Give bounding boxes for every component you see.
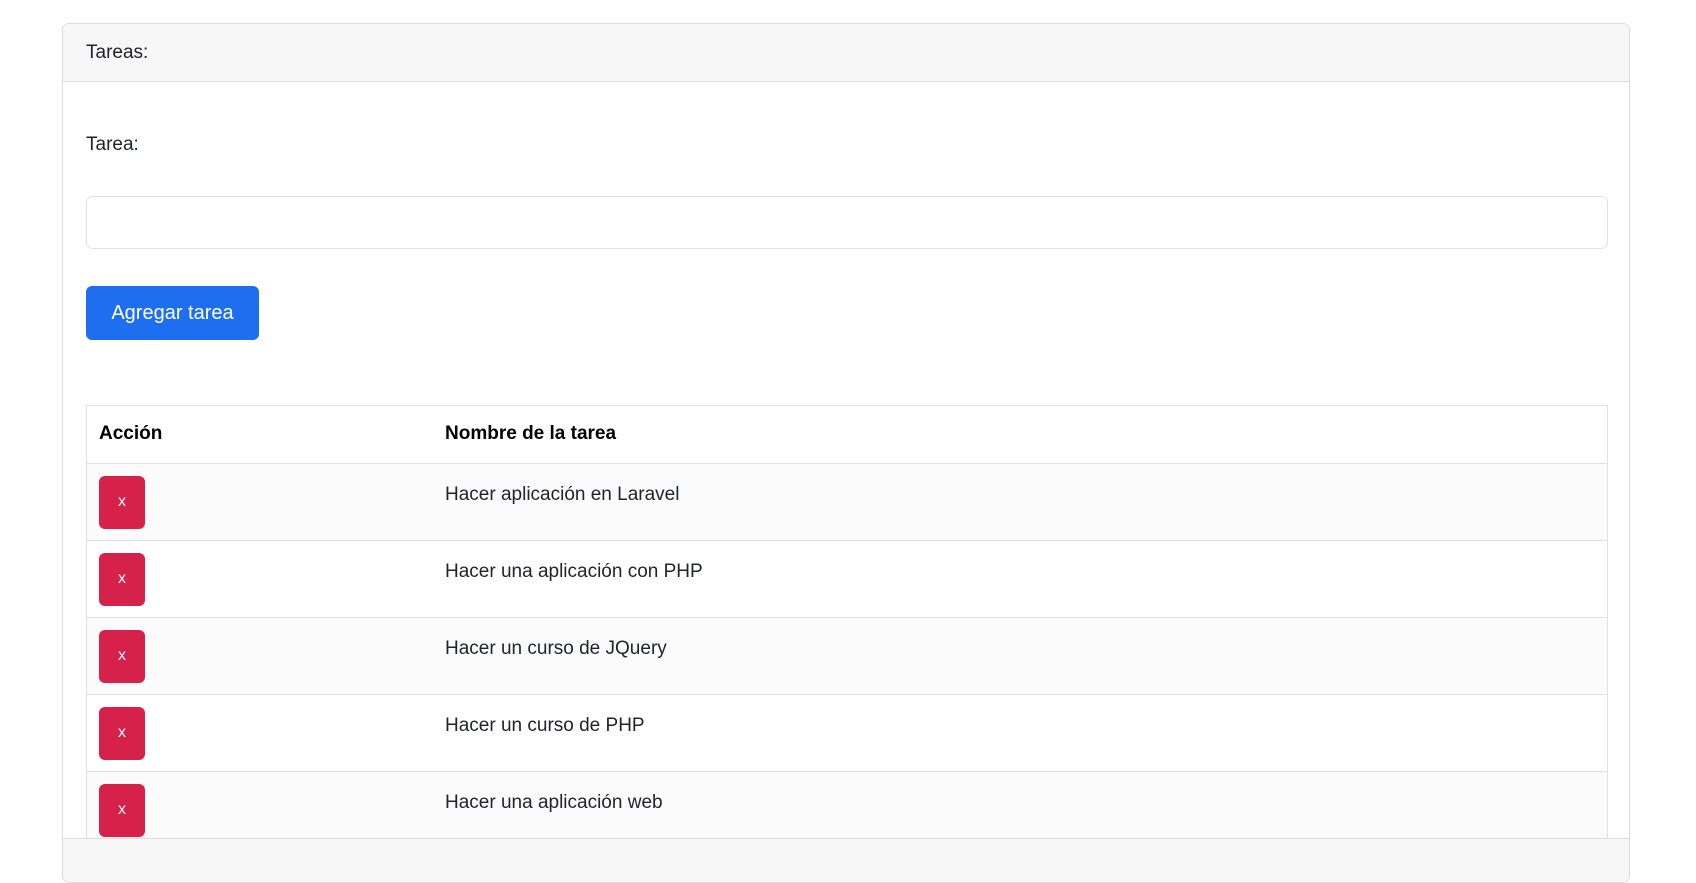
action-cell: x [87, 540, 433, 617]
delete-task-button[interactable]: x [99, 783, 145, 837]
tasks-card: Tareas: Tarea: Agregar tarea Acción Nomb… [62, 23, 1630, 883]
column-header-action: Acción [87, 406, 433, 464]
delete-task-button[interactable]: x [99, 629, 145, 683]
task-name: Hacer un curso de PHP [445, 714, 645, 736]
action-cell: x [87, 694, 433, 771]
table-row: x Hacer una aplicación web [87, 771, 1607, 848]
delete-task-button[interactable]: x [99, 706, 145, 760]
column-header-name: Nombre de la tarea [433, 406, 1607, 464]
tasks-table: Acción Nombre de la tarea x Hacer aplica… [86, 405, 1608, 849]
action-cell: x [87, 463, 433, 540]
task-name: Hacer un curso de JQuery [445, 637, 667, 659]
table-header-row: Acción Nombre de la tarea [87, 406, 1607, 464]
delete-task-button[interactable]: x [99, 475, 145, 529]
table-row: x Hacer aplicación en Laravel [87, 463, 1607, 540]
action-cell: x [87, 771, 433, 848]
card-title: Tareas: [86, 41, 149, 63]
delete-task-button[interactable]: x [99, 552, 145, 606]
action-cell: x [87, 617, 433, 694]
card-footer [63, 838, 1629, 882]
table-row: x Hacer un curso de JQuery [87, 617, 1607, 694]
task-input[interactable] [86, 196, 1608, 249]
task-field-label: Tarea: [86, 134, 139, 155]
card-header: Tareas: [63, 24, 1629, 82]
add-task-button[interactable]: Agregar tarea [86, 286, 259, 340]
task-name: Hacer aplicación en Laravel [445, 483, 680, 505]
table-row: x Hacer un curso de PHP [87, 694, 1607, 771]
table-row: x Hacer una aplicación con PHP [87, 540, 1607, 617]
task-name: Hacer una aplicación web [445, 791, 663, 813]
task-name: Hacer una aplicación con PHP [445, 560, 703, 582]
